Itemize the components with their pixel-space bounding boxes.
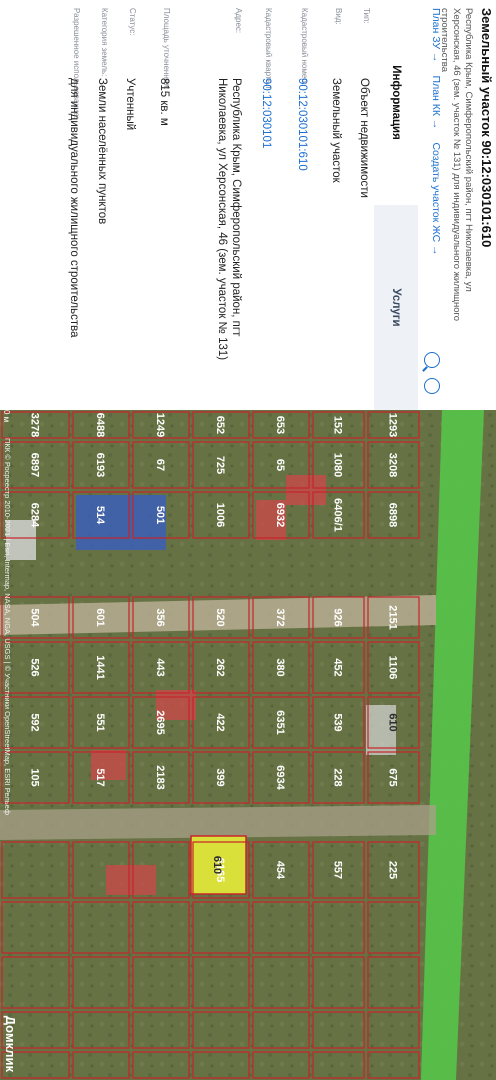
selected-plot-label: 610 <box>211 856 223 874</box>
plot-label-356: 356 <box>154 608 166 626</box>
plot-label-6932: 6932 <box>274 503 286 527</box>
plot-label-6934: 6934 <box>274 765 286 790</box>
row-label: Кадастровый номер: <box>300 8 309 85</box>
cadastral-map[interactable]: 1293 152 653 652 1249 6488 3278 3208 1080 65 725 67… <box>0 410 496 1080</box>
row-value: Земельный участок <box>330 78 342 183</box>
scale-bar: 0 м <box>2 410 11 423</box>
map-attribution: ПКК © Росреестр 2010-2021 | Esri, Interm… <box>3 438 12 816</box>
page-title: Земельный участок 90:12:030101:610 <box>479 8 494 248</box>
header-address: Республика Крым, Симферопольский район, … <box>439 8 474 322</box>
row-value: для индивидуального жилищного строительс… <box>68 78 80 338</box>
plot-label-725: 725 <box>214 456 226 474</box>
search-icon[interactable] <box>424 352 440 368</box>
plot-label-1441: 1441 <box>94 655 106 679</box>
action-links: План ЗУ → План КК → Создать участок ЖС → <box>430 8 442 256</box>
plot-label-454: 454 <box>274 861 286 880</box>
row-value: Республика Крым, Симферопольский район, … <box>216 78 242 361</box>
cadastral-quarter-link[interactable]: 90:12:030101 <box>259 78 273 393</box>
plot-label-675: 675 <box>387 768 399 786</box>
plot-label-539: 539 <box>332 713 344 731</box>
plot-label-514: 514 <box>94 506 106 525</box>
target-icon[interactable] <box>424 378 440 394</box>
row-value: Учтенный <box>124 78 136 131</box>
tab-information[interactable]: Информация <box>374 0 418 205</box>
plot-label-2183: 2183 <box>154 765 166 789</box>
building <box>286 475 326 505</box>
plot-label-452: 452 <box>332 658 344 676</box>
plot-label-399: 399 <box>214 768 226 786</box>
building <box>76 495 166 550</box>
plot-label-601: 601 <box>94 608 106 626</box>
plot-label-6897: 6897 <box>29 453 41 477</box>
plot-label-1006: 1006 <box>214 503 226 527</box>
plot-label-225: 225 <box>387 861 399 879</box>
plot-label-2695: 2695 <box>154 710 166 734</box>
plot-label-422: 422 <box>214 713 226 731</box>
plot-label-501: 501 <box>154 506 166 524</box>
plot-label-372: 372 <box>274 608 286 626</box>
plot-label-557: 557 <box>332 861 344 879</box>
plot-label-6406-1: 6406/1 <box>332 498 344 532</box>
tab-services[interactable]: Услуги <box>374 205 418 410</box>
plot-label-380: 380 <box>274 658 286 676</box>
plot-label-6193: 6193 <box>94 453 106 477</box>
plot-label-517: 517 <box>94 768 106 786</box>
row-value: 815 кв. м <box>158 78 170 126</box>
tab-bar: Информация Услуги <box>374 0 418 410</box>
plot-label-262: 262 <box>214 658 226 676</box>
row-label: Адрес: <box>234 8 243 34</box>
row-label: Статус: <box>128 8 137 36</box>
plot-label-1080: 1080 <box>332 453 344 477</box>
plot-label-926: 926 <box>332 608 344 626</box>
plot-label-2151: 2151 <box>387 605 399 629</box>
plot-label-443: 443 <box>154 658 166 676</box>
plot-label-228: 228 <box>332 768 344 786</box>
row-label: Тип: <box>362 8 371 24</box>
domclick-logo: Домклик <box>3 1015 18 1072</box>
plot-label-3208: 3208 <box>387 453 399 477</box>
plan-zu-link[interactable]: План ЗУ → <box>430 8 442 63</box>
plot-label-6898: 6898 <box>387 503 399 527</box>
map-canvas: 1293 152 653 652 1249 6488 3278 3208 1080 65 725 67… <box>0 410 496 1080</box>
cadastral-number-link[interactable]: 90:12:030101:610 <box>295 78 309 393</box>
row-value: Земли населённых пунктов <box>96 78 108 225</box>
info-panel: Земельный участок 90:12:030101:610 Респу… <box>0 0 496 410</box>
plot-label-610: 610 <box>387 713 399 731</box>
plot-label-3278: 3278 <box>29 413 41 437</box>
plot-label-520: 520 <box>214 608 226 626</box>
plot-label-653: 653 <box>274 416 286 434</box>
plot-label-1249: 1249 <box>154 413 166 437</box>
plot-label-105: 105 <box>29 768 41 786</box>
plot-label-6351: 6351 <box>274 710 286 734</box>
plot-label-67: 67 <box>154 459 166 471</box>
plan-kk-link[interactable]: План КК → <box>430 76 442 130</box>
plot-label-551: 551 <box>94 713 106 731</box>
building <box>106 865 156 895</box>
plot-label-1106: 1106 <box>387 656 399 680</box>
satellite-background <box>0 410 496 1080</box>
plot-label-152: 152 <box>332 416 344 434</box>
row-value: Объект недвижимости <box>358 78 370 198</box>
plot-label-6488: 6488 <box>94 413 106 437</box>
plot-label-526: 526 <box>29 658 41 676</box>
rotated-screen: Земельный участок 90:12:030101:610 Респу… <box>0 0 496 1080</box>
plot-label-65: 65 <box>274 459 286 471</box>
tool-buttons <box>424 352 440 394</box>
row-label: Вид: <box>334 8 343 25</box>
plot-label-6284: 6284 <box>29 503 41 528</box>
row-label: Категория земель: <box>100 8 109 77</box>
plot-label-652: 652 <box>214 416 226 434</box>
plot-label-504: 504 <box>29 608 41 627</box>
plot-label-1293: 1293 <box>387 413 399 437</box>
road <box>0 805 436 840</box>
create-plot-link[interactable]: Создать участок ЖС → <box>430 142 442 255</box>
plot-label-592: 592 <box>29 713 41 731</box>
